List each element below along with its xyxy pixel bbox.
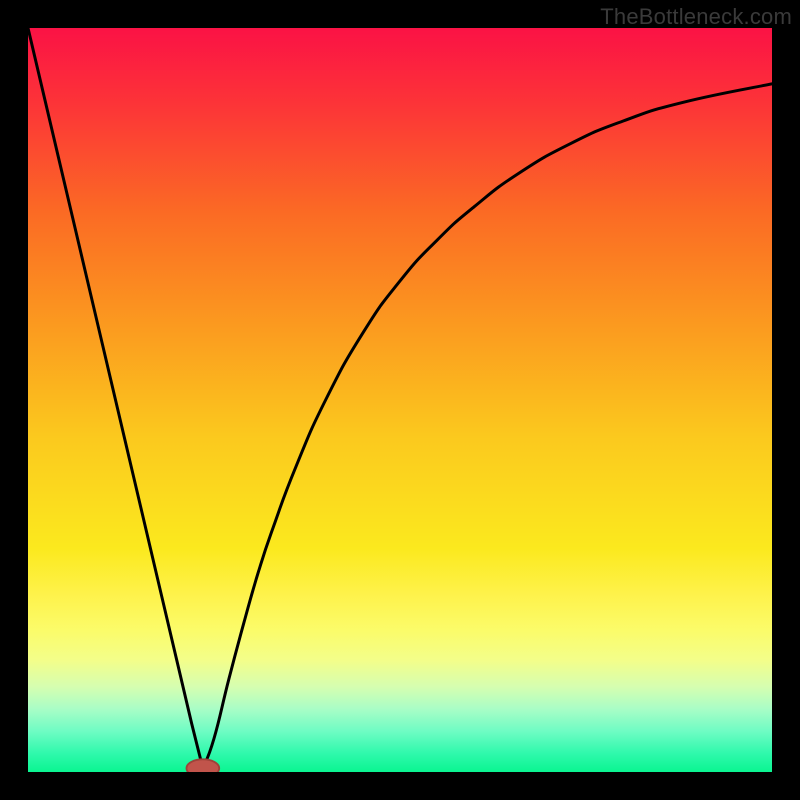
plot-area <box>28 28 772 772</box>
curve-right-branch <box>203 84 772 768</box>
bottleneck-curve <box>28 28 772 772</box>
outer-frame: TheBottleneck.com <box>0 0 800 800</box>
minimum-marker <box>186 759 219 772</box>
curve-left-branch <box>28 28 203 768</box>
watermark-text: TheBottleneck.com <box>600 4 792 30</box>
